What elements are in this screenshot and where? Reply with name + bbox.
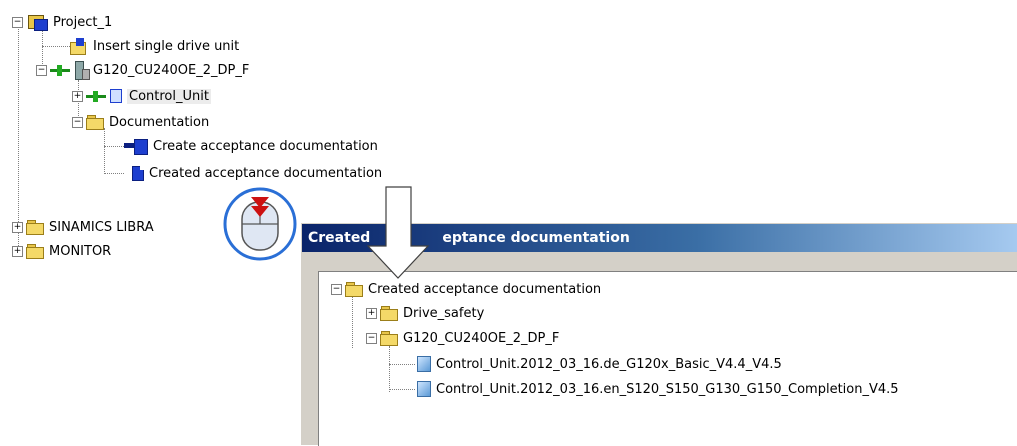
annotation-overlay [223, 186, 430, 279]
down-arrow-icon [366, 186, 430, 279]
double-click-mouse-icon [223, 187, 297, 261]
